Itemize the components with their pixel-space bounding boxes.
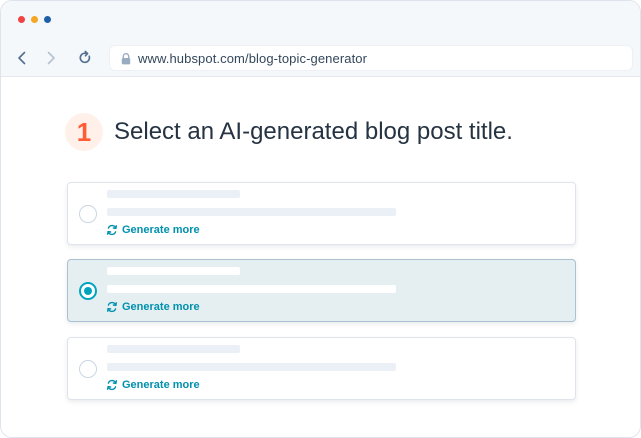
generate-more-label: Generate more bbox=[122, 379, 200, 391]
browser-window: www.hubspot.com/blog-topic-generator 1 S… bbox=[0, 0, 641, 438]
generate-more-link[interactable]: Generate more bbox=[106, 378, 200, 392]
url-text[interactable]: www.hubspot.com/blog-topic-generator bbox=[138, 51, 367, 66]
title-placeholder-line bbox=[107, 363, 396, 371]
radio-button-selected[interactable] bbox=[79, 282, 97, 300]
lock-icon bbox=[119, 52, 133, 66]
radio-button[interactable] bbox=[79, 205, 97, 223]
maximize-window-dot[interactable] bbox=[44, 16, 51, 23]
title-option-2[interactable]: Generate more bbox=[67, 259, 576, 322]
title-option-1[interactable]: Generate more bbox=[67, 182, 576, 245]
title-placeholder-line bbox=[107, 190, 240, 198]
title-placeholder-line bbox=[107, 285, 396, 293]
reload-icon[interactable] bbox=[75, 48, 95, 68]
refresh-icon bbox=[107, 379, 117, 391]
chevron-right-icon[interactable] bbox=[41, 48, 61, 68]
title-placeholder-line bbox=[107, 208, 396, 216]
refresh-icon bbox=[107, 224, 117, 236]
address-bar[interactable]: www.hubspot.com/blog-topic-generator bbox=[109, 45, 633, 71]
page-content: 1 Select an AI-generated blog post title… bbox=[1, 78, 640, 437]
close-window-dot[interactable] bbox=[18, 16, 25, 23]
title-placeholder-line bbox=[107, 267, 240, 275]
chevron-left-icon[interactable] bbox=[12, 48, 32, 68]
title-placeholder-line bbox=[107, 345, 240, 353]
generate-more-label: Generate more bbox=[122, 301, 200, 313]
title-option-3[interactable]: Generate more bbox=[67, 337, 576, 400]
browser-toolbar: www.hubspot.com/blog-topic-generator bbox=[1, 39, 640, 77]
generate-more-label: Generate more bbox=[122, 224, 200, 236]
radio-button[interactable] bbox=[79, 360, 97, 378]
page-title: Select an AI-generated blog post title. bbox=[114, 118, 513, 145]
generate-more-link[interactable]: Generate more bbox=[106, 223, 200, 237]
refresh-icon bbox=[107, 301, 117, 313]
minimize-window-dot[interactable] bbox=[31, 16, 38, 23]
generate-more-link[interactable]: Generate more bbox=[106, 300, 200, 314]
title-bar bbox=[1, 1, 640, 39]
step-number-badge: 1 bbox=[65, 113, 103, 151]
